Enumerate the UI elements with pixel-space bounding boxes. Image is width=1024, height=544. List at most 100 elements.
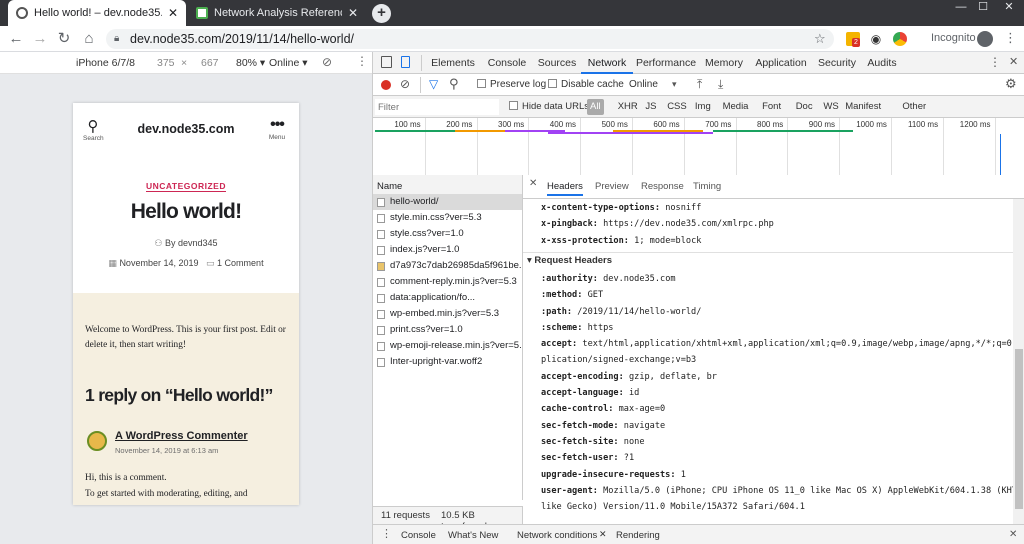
filter-type-doc[interactable]: Doc: [793, 99, 816, 115]
header-key: :authority:: [541, 273, 598, 284]
filter-type-other[interactable]: Other: [899, 99, 929, 115]
close-window-button[interactable]: ✕: [994, 0, 1024, 16]
throttle-select[interactable]: Online: [629, 79, 658, 90]
filter-type-img[interactable]: Img: [692, 99, 714, 115]
drawer-tab-console[interactable]: Console: [401, 530, 436, 541]
scrollbar-thumb[interactable]: [1015, 349, 1023, 509]
author-link[interactable]: By devnd345: [165, 238, 218, 248]
drawer-tab-whats-new[interactable]: What's New: [448, 530, 498, 541]
chrome-menu-icon[interactable]: ⋮: [1004, 30, 1017, 46]
extension-icon[interactable]: 2: [846, 32, 860, 47]
filter-input[interactable]: [375, 99, 499, 115]
request-row[interactable]: comment-reply.min.js?ver=5.3: [373, 274, 522, 290]
devtools-menu-icon[interactable]: ⋮: [989, 55, 1001, 69]
filter-type-js[interactable]: JS: [642, 99, 659, 115]
drawer-menu-icon[interactable]: ⋮: [381, 527, 392, 540]
drawer-tab-rendering[interactable]: Rendering: [616, 530, 660, 541]
chrome-extension-icon[interactable]: [893, 32, 907, 46]
close-detail-icon[interactable]: ✕: [529, 178, 537, 189]
new-tab-button[interactable]: +: [372, 4, 391, 23]
disable-cache-checkbox[interactable]: Disable cache: [548, 79, 624, 90]
home-icon[interactable]: ⌂: [77, 26, 101, 52]
request-row[interactable]: wp-embed.min.js?ver=5.3: [373, 306, 522, 322]
close-tab-icon[interactable]: ✕: [348, 6, 358, 20]
tab-timing[interactable]: Timing: [693, 181, 721, 192]
export-har-icon[interactable]: ⤓: [718, 77, 723, 92]
tab-security[interactable]: Security: [813, 52, 861, 74]
category-link[interactable]: UNCATEGORIZED: [145, 181, 226, 192]
request-headers-toggle[interactable]: ▾ Request Headers: [527, 255, 612, 266]
filter-type-font[interactable]: Font: [759, 99, 784, 115]
request-row[interactable]: style.css?ver=1.0: [373, 226, 522, 242]
request-name: Inter-upright-var.woff2: [390, 356, 483, 367]
close-drawer-icon[interactable]: ✕: [1009, 529, 1017, 540]
tab-response[interactable]: Response: [641, 181, 684, 192]
menu-toggle[interactable]: ••• Menu: [265, 117, 289, 142]
request-row[interactable]: hello-world/: [373, 194, 522, 210]
rotate-icon[interactable]: ⊘: [322, 55, 332, 69]
tab-headers[interactable]: Headers: [547, 181, 583, 196]
tab-application[interactable]: Application: [749, 52, 813, 74]
record-icon[interactable]: [381, 80, 391, 90]
preserve-log-checkbox[interactable]: Preserve log: [477, 79, 546, 90]
headers-scrollbar[interactable]: [1013, 199, 1024, 524]
tab-strip: Hello world! – dev.node35.com ✕ Network …: [0, 0, 1024, 26]
close-drawer-tab-icon[interactable]: ✕: [599, 529, 607, 540]
commenter-avatar: [87, 431, 107, 451]
section-divider: [523, 251, 1013, 253]
request-row[interactable]: index.js?ver=1.0: [373, 242, 522, 258]
request-row[interactable]: Inter-upright-var.woff2: [373, 354, 522, 370]
drawer-tab-network-conditions[interactable]: Network conditions: [517, 530, 597, 541]
tab-hello-world[interactable]: Hello world! – dev.node35.com ✕: [8, 0, 186, 26]
network-settings-gear-icon[interactable]: ⚙: [1005, 76, 1017, 92]
request-row[interactable]: data:application/fo...: [373, 290, 522, 306]
bookmark-star-icon[interactable]: ☆: [814, 29, 826, 49]
reload-icon[interactable]: ↻: [52, 26, 76, 52]
device-toolbar-icon[interactable]: [401, 56, 410, 68]
eye-extension-icon[interactable]: ◉: [869, 32, 883, 46]
tab-sources[interactable]: Sources: [533, 52, 581, 74]
tab-elements[interactable]: Elements: [425, 52, 481, 74]
filter-type-css[interactable]: CSS: [664, 99, 690, 115]
post-date[interactable]: November 14, 2019: [119, 258, 198, 268]
comments-link[interactable]: 1 Comment: [217, 258, 264, 268]
close-devtools-icon[interactable]: ✕: [1009, 55, 1018, 68]
emulation-menu-icon[interactable]: ⋮: [356, 54, 368, 68]
filter-type-xhr[interactable]: XHR: [615, 99, 641, 115]
clear-icon[interactable]: ⊘: [400, 77, 410, 91]
inspect-element-icon[interactable]: [381, 56, 392, 68]
filter-type-manifest[interactable]: Manifest: [842, 99, 884, 115]
comment-date[interactable]: November 14, 2019 at 6:13 am: [115, 446, 218, 455]
address-bar[interactable]: 🔒︎ dev.node35.com/2019/11/14/hello-world…: [106, 29, 834, 49]
search-icon[interactable]: ⚲: [449, 76, 459, 92]
filter-type-media[interactable]: Media: [720, 99, 752, 115]
tab-console[interactable]: Console: [481, 52, 533, 74]
tab-memory[interactable]: Memory: [699, 52, 749, 74]
width-input[interactable]: 375: [157, 57, 175, 69]
import-har-icon[interactable]: ⤒: [697, 77, 702, 92]
tab-preview[interactable]: Preview: [595, 181, 629, 192]
tab-network-reference[interactable]: Network Analysis Reference | To ✕: [188, 0, 366, 26]
close-tab-icon[interactable]: ✕: [168, 6, 178, 20]
device-select[interactable]: iPhone 6/7/8: [76, 57, 135, 69]
filter-icon[interactable]: ▽: [429, 77, 438, 91]
filter-type-all[interactable]: All: [587, 99, 604, 115]
request-row[interactable]: style.min.css?ver=5.3: [373, 210, 522, 226]
back-icon[interactable]: ←: [4, 26, 28, 52]
zoom-select[interactable]: 80% ▾: [236, 57, 265, 69]
network-overview[interactable]: 100 ms 200 ms 300 ms 400 ms 500 ms 600 ms 700 …: [373, 118, 1024, 182]
height-input[interactable]: 667: [201, 57, 219, 69]
filter-type-ws[interactable]: WS: [820, 99, 841, 115]
chevron-down-icon[interactable]: ▾: [672, 79, 677, 90]
throttle-select[interactable]: Online ▾: [269, 57, 308, 69]
request-row[interactable]: d7a973c7dab26985da5f961be...: [373, 258, 522, 274]
request-row[interactable]: wp-emoji-release.min.js?ver=5.3: [373, 338, 522, 354]
incognito-avatar-icon[interactable]: [977, 31, 993, 47]
tab-network[interactable]: Network: [581, 52, 633, 74]
tab-audits[interactable]: Audits: [861, 52, 903, 74]
commenter-name[interactable]: A WordPress Commenter: [115, 430, 248, 442]
tab-performance[interactable]: Performance: [633, 52, 699, 74]
hide-data-urls-checkbox[interactable]: Hide data URLs: [509, 101, 589, 112]
forward-icon[interactable]: →: [28, 26, 52, 52]
request-row[interactable]: print.css?ver=1.0: [373, 322, 522, 338]
